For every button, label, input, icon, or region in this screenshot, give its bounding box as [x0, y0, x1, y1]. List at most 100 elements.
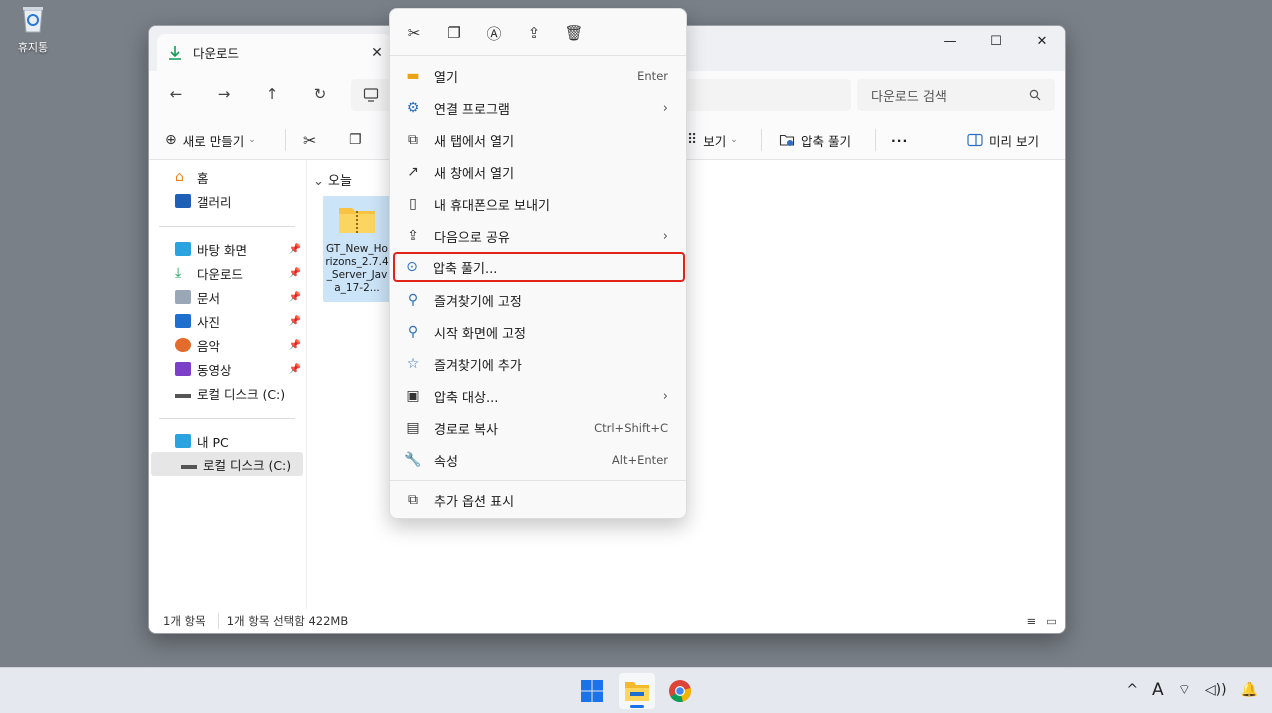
window-controls: — ☐ ✕ — [927, 26, 1065, 56]
sidebar-item-downloads[interactable]: ⤓ 다운로드 📌 — [159, 262, 305, 284]
menu-item-more-options[interactable]: ⧉ 추가 옵션 표시 — [396, 485, 682, 515]
details-view-icon[interactable]: ≡ — [1026, 614, 1036, 628]
menu-item-send-to-phone[interactable]: ▯ 내 휴대폰으로 보내기 — [396, 189, 682, 219]
recycle-bin-desktop-icon[interactable]: 휴지통 — [10, 4, 56, 55]
sidebar-item-this-pc[interactable]: 내 PC — [159, 430, 305, 452]
preview-pane-icon — [967, 133, 983, 147]
sidebar-item-music[interactable]: 음악 📌 — [159, 334, 305, 356]
drive-icon — [175, 388, 191, 398]
pin-icon: 📌 — [288, 315, 301, 327]
menu-item-label: 연결 프로그램 — [434, 102, 510, 118]
divider — [285, 129, 286, 151]
forward-button[interactable]: → — [207, 79, 241, 109]
phone-icon: ▯ — [409, 196, 417, 212]
chevron-up-icon[interactable]: ^ — [1126, 682, 1138, 698]
minimize-button[interactable]: — — [927, 26, 973, 56]
copy-path-icon: ▤ — [406, 420, 420, 436]
menu-item-open-new-window[interactable]: ↗ 새 창에서 열기 — [396, 157, 682, 187]
rename-icon[interactable]: Ⓐ — [478, 19, 510, 47]
notification-bell-icon[interactable]: 🔔 — [1241, 682, 1258, 698]
sidebar-item-pictures[interactable]: 사진 📌 — [159, 310, 305, 332]
sidebar-item-home[interactable]: ⌂ 홈 — [159, 166, 305, 188]
sidebar-item-label: 내 PC — [197, 434, 229, 450]
refresh-button[interactable]: ↻ — [303, 79, 337, 109]
menu-item-add-favorites[interactable]: ☆ 즐겨찾기에 추가 — [396, 349, 682, 379]
close-button[interactable]: ✕ — [1019, 26, 1065, 56]
document-icon — [175, 290, 191, 304]
menu-item-open[interactable]: ▬ 열기 Enter — [396, 61, 682, 91]
properties-icon: 🔧 — [404, 452, 422, 468]
cut-icon[interactable]: ✂ — [398, 19, 430, 47]
group-header[interactable]: ⌄ 오늘 — [313, 170, 352, 189]
start-button[interactable] — [574, 673, 610, 709]
zip-file-item[interactable]: GT_New_Horizons_2.7.4_Server_Java_17-2..… — [323, 196, 391, 302]
more-button[interactable]: ··· — [891, 125, 908, 155]
wifi-icon[interactable]: ⌔ — [1178, 681, 1191, 699]
up-button[interactable]: ↑ — [255, 79, 289, 109]
chevron-down-icon: ⌄ — [248, 135, 256, 145]
menu-item-shortcut: Ctrl+Shift+C — [594, 421, 668, 435]
search-box[interactable]: 다운로드 검색 — [857, 79, 1055, 111]
home-icon: ⌂ — [175, 169, 184, 185]
menu-item-compress-to[interactable]: ▣ 압축 대상... › — [396, 381, 682, 411]
more-options-icon: ⧉ — [408, 492, 418, 508]
pictures-icon — [175, 314, 191, 328]
context-menu: ✂ ❐ Ⓐ ⇪ 🗑 ▬ 열기 Enter ⚙ 연결 프로그램 › ⧉ 새 탭에서… — [389, 8, 687, 519]
sidebar-item-videos[interactable]: 동영상 📌 — [159, 358, 305, 380]
maximize-button[interactable]: ☐ — [973, 26, 1019, 56]
open-with-icon: ⚙ — [406, 100, 420, 116]
menu-item-extract-all[interactable]: ⊙ 압축 풀기... — [393, 252, 685, 282]
recycle-bin-icon — [23, 7, 43, 33]
menu-item-label: 새 창에서 열기 — [434, 166, 515, 182]
extract-icon: ⊙ — [406, 259, 418, 275]
item-count: 1개 항목 — [163, 614, 206, 628]
pc-icon — [175, 434, 191, 448]
sidebar-item-local-disk[interactable]: 로컬 디스크 (C:) — [159, 382, 305, 404]
search-input[interactable]: 다운로드 검색 — [871, 86, 1029, 105]
back-button[interactable]: ← — [159, 79, 193, 109]
menu-item-pin-start[interactable]: ⚲ 시작 화면에 고정 — [396, 317, 682, 347]
copy-icon[interactable]: ❐ — [438, 19, 470, 47]
tiles-view-icon[interactable]: ▭ — [1046, 614, 1057, 628]
menu-divider — [390, 480, 686, 481]
group-header-label: 오늘 — [328, 174, 352, 189]
cut-button[interactable]: ✂ — [303, 125, 322, 155]
ime-indicator[interactable]: A — [1152, 680, 1164, 700]
pin-icon: 📌 — [288, 243, 301, 255]
sidebar-item-desktop[interactable]: 바탕 화면 📌 — [159, 238, 305, 260]
tab-close-button[interactable]: ✕ — [363, 45, 391, 61]
divider — [761, 129, 762, 151]
search-icon — [1029, 89, 1041, 101]
chrome-taskbar-button[interactable] — [662, 673, 698, 709]
menu-item-open-new-tab[interactable]: ⧉ 새 탭에서 열기 — [396, 125, 682, 155]
extract-all-button[interactable]: 압축 풀기 — [779, 125, 851, 155]
new-button[interactable]: ⊕ 새로 만들기 ⌄ — [165, 125, 256, 155]
menu-item-open-with[interactable]: ⚙ 연결 프로그램 › — [396, 93, 682, 123]
view-button[interactable]: ⠿ 보기 ⌄ — [687, 125, 738, 155]
share-icon: ⇪ — [407, 228, 419, 244]
sidebar-item-gallery[interactable]: 갤러리 — [159, 190, 305, 212]
menu-item-properties[interactable]: 🔧 속성 Alt+Enter — [396, 445, 682, 475]
chevron-right-icon: › — [662, 228, 668, 244]
delete-icon[interactable]: 🗑 — [558, 19, 590, 47]
menu-item-label: 경로로 복사 — [434, 422, 498, 438]
view-grid-icon: ⠿ — [687, 132, 698, 148]
preview-pane-button[interactable]: 미리 보기 — [967, 125, 1039, 155]
sidebar-item-local-disk-selected[interactable]: 로컬 디스크 (C:) — [151, 452, 303, 476]
menu-item-share-with[interactable]: ⇪ 다음으로 공유 › — [396, 221, 682, 251]
new-tab-icon: ⧉ — [408, 132, 418, 148]
copy-button[interactable]: ❐ — [349, 125, 368, 155]
menu-item-pin-quick-access[interactable]: ⚲ 즐겨찾기에 고정 — [396, 285, 682, 315]
tab-downloads[interactable]: 다운로드 ✕ — [157, 34, 391, 71]
download-icon — [169, 45, 181, 60]
drive-icon — [181, 459, 197, 469]
volume-icon[interactable]: ◁)) — [1205, 682, 1227, 698]
file-explorer-taskbar-button[interactable] — [619, 673, 655, 709]
star-icon: ☆ — [406, 356, 420, 372]
menu-item-label: 새 탭에서 열기 — [434, 134, 515, 150]
sidebar-divider — [159, 226, 295, 227]
sidebar-item-documents[interactable]: 문서 📌 — [159, 286, 305, 308]
file-explorer-icon — [625, 682, 649, 701]
menu-item-copy-path[interactable]: ▤ 경로로 복사 Ctrl+Shift+C — [396, 413, 682, 443]
share-icon[interactable]: ⇪ — [518, 19, 550, 47]
